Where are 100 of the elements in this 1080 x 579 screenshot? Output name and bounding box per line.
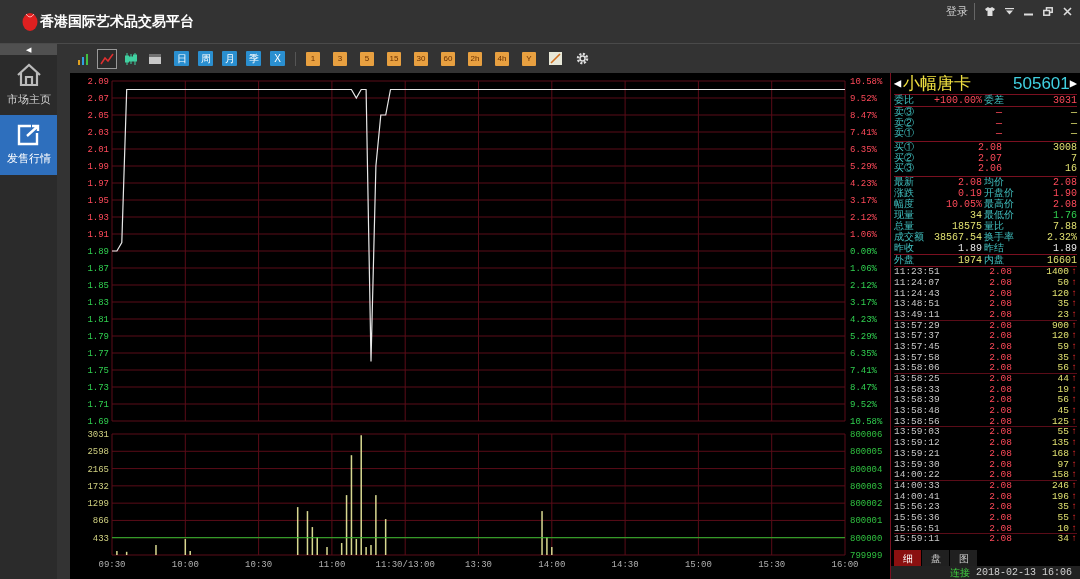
volume-bar — [125, 551, 128, 555]
trade-time: 15:56:36 — [894, 512, 941, 524]
percent-axis-label: 8.47% — [850, 383, 877, 393]
interval-button[interactable]: 1 — [306, 51, 320, 66]
order-label: 卖③ — [894, 108, 915, 118]
bar-chart-icon — [76, 51, 90, 66]
period-button[interactable]: 季 — [246, 51, 261, 66]
interval-button[interactable]: 5 — [360, 51, 374, 66]
trade-time: 13:57:45 — [894, 341, 941, 353]
dropdown-icon[interactable] — [1005, 7, 1014, 15]
percent-axis-label: 0.00% — [850, 247, 877, 257]
trade-time: 13:58:06 — [894, 363, 941, 373]
volume-axis-label: 800002 — [850, 499, 883, 510]
line-chart-button[interactable] — [97, 48, 117, 69]
trade-direction: ↑ — [1070, 320, 1077, 332]
trade-time: 13:48:51 — [894, 299, 941, 310]
period-button[interactable]: X — [270, 51, 285, 66]
period-button[interactable]: 日 — [174, 51, 189, 66]
order-label: 买③ — [894, 164, 915, 176]
interval-button[interactable]: 30 — [414, 51, 428, 66]
percent-axis-label: 6.35% — [850, 349, 877, 359]
restore-icon[interactable] — [1043, 6, 1053, 16]
trade-time: 13:59:30 — [894, 459, 941, 471]
volume-bar — [384, 519, 387, 555]
interval-button[interactable]: 15 — [387, 51, 401, 66]
line-chart-icon — [100, 51, 114, 66]
volume-axis-label: 800001 — [850, 516, 883, 527]
price-axis-label: 1.73 — [87, 383, 109, 393]
panel-tab[interactable]: 盘 — [922, 550, 949, 566]
trade-volume: 55 — [1056, 512, 1069, 524]
time-axis-label: 09:30 — [98, 560, 126, 570]
trade-volume: 56 — [1056, 395, 1069, 407]
previous-arrow-icon[interactable]: ◀ — [894, 74, 902, 93]
window-title: 香港国际艺术品交易平台 — [40, 11, 194, 31]
order-price: 2.07 — [977, 153, 1002, 164]
house-icon — [15, 62, 42, 87]
close-icon[interactable] — [1063, 6, 1072, 16]
interval-button[interactable]: 4h — [495, 51, 509, 66]
trade-direction: ↑ — [1070, 470, 1077, 480]
order-label: 买① — [894, 143, 915, 154]
price-axis-label: 1.87 — [87, 264, 109, 274]
volume-axis-label: 1732 — [87, 481, 109, 492]
trade-volume: 900 — [1050, 320, 1069, 332]
trade-price: 2.08 — [988, 374, 1012, 385]
panel-tab[interactable]: 细 — [894, 550, 921, 566]
volume-axis-label: 3031 — [87, 430, 109, 440]
trade-volume: 125 — [1050, 416, 1069, 427]
time-axis-label: 14:30 — [611, 560, 639, 570]
period-button[interactable]: 周 — [198, 51, 213, 66]
volume-axis-label: 800005 — [850, 447, 883, 458]
price-axis-label: 1.93 — [87, 213, 109, 223]
calendar-icon — [148, 51, 162, 66]
trade-volume: 44 — [1056, 374, 1069, 385]
interval-button[interactable]: 60 — [441, 51, 455, 66]
price-axis-label: 1.81 — [87, 315, 109, 325]
price-axis-label: 1.79 — [87, 332, 109, 342]
panel-tab[interactable]: 图 — [950, 550, 977, 566]
trade-time: 14:00:41 — [894, 491, 941, 503]
interval-button[interactable]: 2h — [468, 51, 482, 66]
trade-volume: 34 — [1056, 534, 1069, 545]
volume-bar — [296, 507, 299, 555]
order-price: 2.06 — [977, 164, 1002, 176]
product-name: 小幅唐卡 — [903, 72, 972, 94]
quote-label: 换手率 — [983, 232, 1015, 244]
percent-axis-label: 4.23% — [850, 179, 877, 189]
shirt-icon[interactable] — [985, 6, 995, 16]
price-axis-label: 2.05 — [87, 111, 109, 121]
trade-price: 2.08 — [988, 395, 1012, 407]
interval-button[interactable]: 3 — [333, 51, 347, 66]
quote-value: 2.08 — [957, 177, 982, 189]
trade-direction: ↑ — [1070, 309, 1077, 320]
trade-price: 2.08 — [988, 299, 1012, 310]
volume-axis-label: 800000 — [850, 533, 883, 544]
time-axis-label: 13:30 — [465, 560, 492, 570]
trade-price: 2.08 — [988, 427, 1012, 439]
pen-icon[interactable] — [549, 52, 562, 65]
interval-button[interactable]: Y — [522, 51, 536, 66]
price-axis-label: 1.85 — [87, 281, 109, 291]
trade-volume: 55 — [1056, 427, 1069, 439]
price-axis-label: 1.95 — [87, 196, 109, 206]
login-link[interactable]: 登录 — [946, 3, 975, 20]
quote-label: 量比 — [983, 221, 1004, 233]
trade-volume: 1400 — [1045, 267, 1069, 278]
quote-value: 3031 — [1052, 95, 1077, 106]
quote-label: 最低价 — [983, 210, 1015, 222]
sidebar-item[interactable]: 发售行情 — [0, 115, 57, 175]
period-button[interactable]: 月 — [222, 51, 237, 66]
trade-direction: ↑ — [1070, 523, 1077, 534]
trade-time: 11:23:51 — [894, 267, 941, 278]
trade-direction: ↑ — [1070, 448, 1077, 460]
product-code: 505601 — [1013, 72, 1070, 95]
trade-time: 15:56:23 — [894, 502, 941, 513]
trade-price: 2.08 — [988, 352, 1012, 364]
next-arrow-icon[interactable]: ▶ — [1069, 74, 1077, 93]
order-volume: 7 — [1070, 153, 1077, 164]
trade-direction: ↑ — [1070, 459, 1077, 471]
logo-icon — [22, 10, 38, 32]
settings-icon[interactable] — [576, 52, 589, 65]
volume-axis-label: 2165 — [87, 464, 109, 475]
trade-price: 2.08 — [988, 363, 1012, 373]
